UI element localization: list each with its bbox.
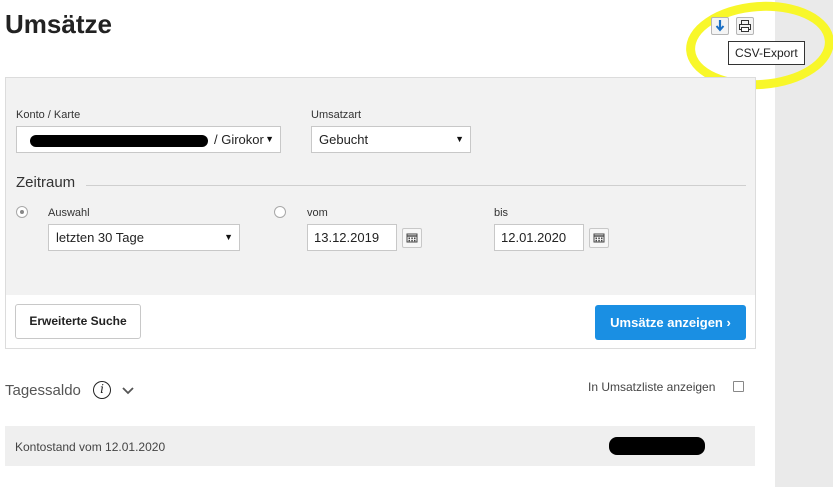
search-panel: Konto / Karte / Girokor ▼ Umsatzart Gebu…: [5, 77, 756, 349]
balance-row: Kontostand vom 12.01.2020: [5, 426, 755, 466]
to-date-input[interactable]: 12.01.2020: [494, 224, 584, 251]
show-transactions-button[interactable]: Umsätze anzeigen ›: [595, 305, 746, 340]
search-form-area: Konto / Karte / Girokor ▼ Umsatzart Gebu…: [6, 78, 755, 295]
csv-export-tooltip: CSV-Export: [728, 41, 805, 65]
period-select[interactable]: letzten 30 Tage ▼: [48, 224, 240, 251]
period-divider: [86, 185, 746, 186]
daily-balance-label: Tagessaldo: [5, 382, 81, 399]
redacted-account-number: [30, 135, 208, 147]
chevron-down-icon: ▼: [265, 134, 274, 144]
show-in-list-label: In Umsatzliste anzeigen: [588, 380, 716, 394]
download-arrow-icon: [715, 20, 725, 32]
printer-icon: [739, 20, 751, 32]
print-button[interactable]: [736, 17, 754, 35]
info-icon[interactable]: i: [93, 381, 111, 399]
selection-label: Auswahl: [48, 207, 90, 219]
from-date-input[interactable]: 13.12.2019: [307, 224, 397, 251]
transaction-type-label: Umsatzart: [311, 109, 362, 121]
transaction-type-select[interactable]: Gebucht ▼: [311, 126, 471, 153]
to-label: bis: [494, 207, 509, 219]
selection-radio[interactable]: [16, 206, 28, 218]
to-calendar-button[interactable]: [589, 228, 609, 248]
date-range-radio[interactable]: [274, 206, 286, 218]
account-select[interactable]: / Girokor ▼: [16, 126, 281, 153]
csv-export-button[interactable]: [711, 17, 729, 35]
account-select-value: / Girokor: [214, 132, 264, 147]
account-label: Konto / Karte: [16, 109, 81, 121]
extended-search-button[interactable]: Erweiterte Suche: [15, 304, 141, 339]
period-title: Zeitraum: [16, 174, 76, 191]
transaction-type-value: Gebucht: [319, 132, 369, 147]
redacted-balance-amount: [609, 437, 705, 455]
chevron-down-icon: ▼: [224, 232, 233, 242]
from-label: vom: [307, 207, 328, 219]
from-calendar-button[interactable]: [402, 228, 422, 248]
calendar-icon: [406, 233, 418, 243]
calendar-icon: [593, 233, 605, 243]
chevron-down-icon: ▼: [455, 134, 464, 144]
balance-label: Kontostand vom 12.01.2020: [15, 440, 166, 454]
show-in-list-checkbox[interactable]: [733, 381, 744, 392]
period-select-value: letzten 30 Tage: [56, 230, 144, 245]
chevron-down-icon[interactable]: [121, 383, 135, 397]
page-title: Umsätze: [5, 9, 112, 39]
